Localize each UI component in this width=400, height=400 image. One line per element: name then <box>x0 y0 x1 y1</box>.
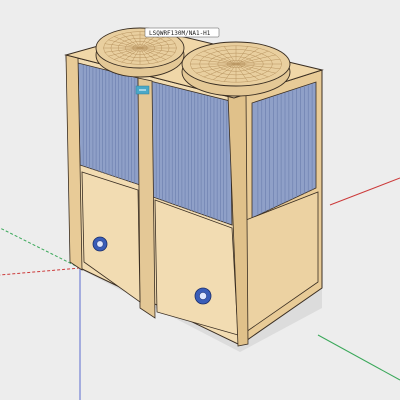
pipe-connector-icon[interactable] <box>92 236 108 252</box>
3d-model-viewport[interactable]: LSQWRF130M/NA1-H1 <box>0 0 400 400</box>
front-coil-left <box>77 62 141 186</box>
front-center-post <box>137 77 156 319</box>
model-scene[interactable]: LSQWRF130M/NA1-H1 <box>0 0 400 400</box>
green-axis <box>0 227 81 269</box>
green-axis-2 <box>317 334 400 381</box>
red-axis <box>329 177 400 206</box>
model-label: LSQWRF130M/NA1-H1 <box>149 30 211 37</box>
fan-right[interactable] <box>181 41 291 97</box>
red-axis-dashed <box>0 267 81 276</box>
pipe-connector-icon[interactable] <box>194 287 212 305</box>
model-label-tag: LSQWRF130M/NA1-H1 <box>144 27 220 38</box>
brand-logo-icon <box>135 85 150 95</box>
